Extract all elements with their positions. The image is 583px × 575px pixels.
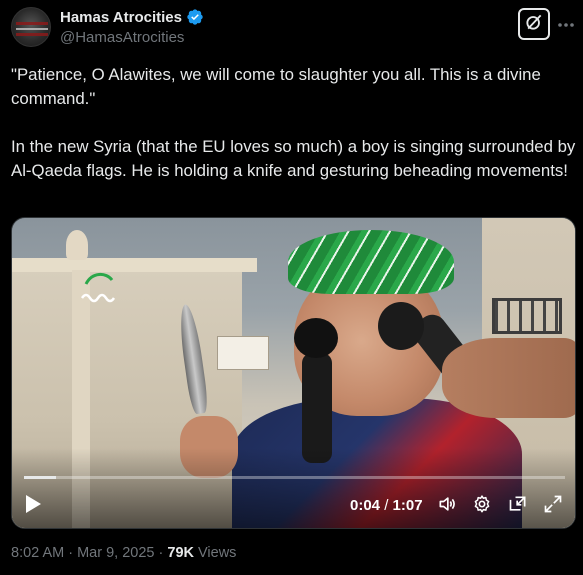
author-display-name[interactable]: Hamas Atrocities: [60, 9, 182, 26]
video-scene-sign: [217, 336, 269, 370]
tweet-text: "Patience, O Alawites, we will come to s…: [11, 63, 576, 183]
video-scene-mic: [294, 318, 338, 358]
video-progress-fill: [24, 476, 57, 479]
video-scene-headband: [288, 230, 454, 294]
tweet-date[interactable]: Mar 9, 2025: [77, 545, 154, 561]
meta-dot-2: ·: [154, 545, 168, 561]
meta-dot: ·: [64, 545, 78, 561]
author-handle[interactable]: @HamasAtrocities: [60, 29, 184, 46]
video-scene-finial: [66, 230, 88, 260]
video-scene-ledge: [12, 258, 257, 272]
play-icon: [24, 494, 42, 519]
video-scene-adult-hand: [442, 338, 575, 418]
tweet-paragraph-1: "Patience, O Alawites, we will come to s…: [11, 65, 541, 108]
picture-in-picture-button[interactable]: [507, 495, 529, 517]
video-time-separator: /: [380, 497, 393, 514]
tweet-meta: 8:02 AM · Mar 9, 2025 · 79K Views: [11, 545, 236, 561]
view-count: 79K: [167, 545, 194, 561]
video-current-time: 0:04: [350, 497, 381, 514]
more-options-icon: [557, 15, 575, 33]
settings-button[interactable]: [471, 494, 493, 519]
picture-in-picture-icon: [508, 494, 528, 519]
video-progress-bar[interactable]: [24, 476, 565, 479]
video-scene-mic-stem: [302, 353, 332, 463]
tweet-paragraph-2: In the new Syria (that the EU loves so m…: [11, 137, 576, 180]
play-button[interactable]: [22, 494, 44, 518]
video-player[interactable]: 0:04 / 1:07: [11, 217, 576, 529]
volume-button[interactable]: [436, 495, 458, 517]
fullscreen-button[interactable]: [542, 495, 564, 517]
fullscreen-icon: [543, 494, 563, 519]
volume-icon: [437, 494, 457, 519]
verified-badge-icon[interactable]: [186, 8, 204, 26]
channel-watermark-logo: [80, 273, 116, 303]
settings-gear-icon: [472, 494, 492, 519]
author-name-row: Hamas Atrocities: [60, 8, 204, 26]
author-avatar[interactable]: [11, 7, 51, 47]
video-scene-mic2: [378, 302, 424, 350]
views-label: Views: [198, 545, 237, 561]
tweet-time[interactable]: 8:02 AM: [11, 545, 64, 561]
video-duration: 1:07: [392, 497, 423, 514]
more-options-button[interactable]: [556, 14, 576, 34]
grok-button[interactable]: [518, 8, 550, 40]
tweet-card: Hamas Atrocities @HamasAtrocities "Patie…: [0, 0, 583, 575]
video-scene-window: [492, 298, 562, 334]
grok-icon: [524, 12, 544, 37]
video-time: 0:04 / 1:07: [350, 497, 423, 514]
